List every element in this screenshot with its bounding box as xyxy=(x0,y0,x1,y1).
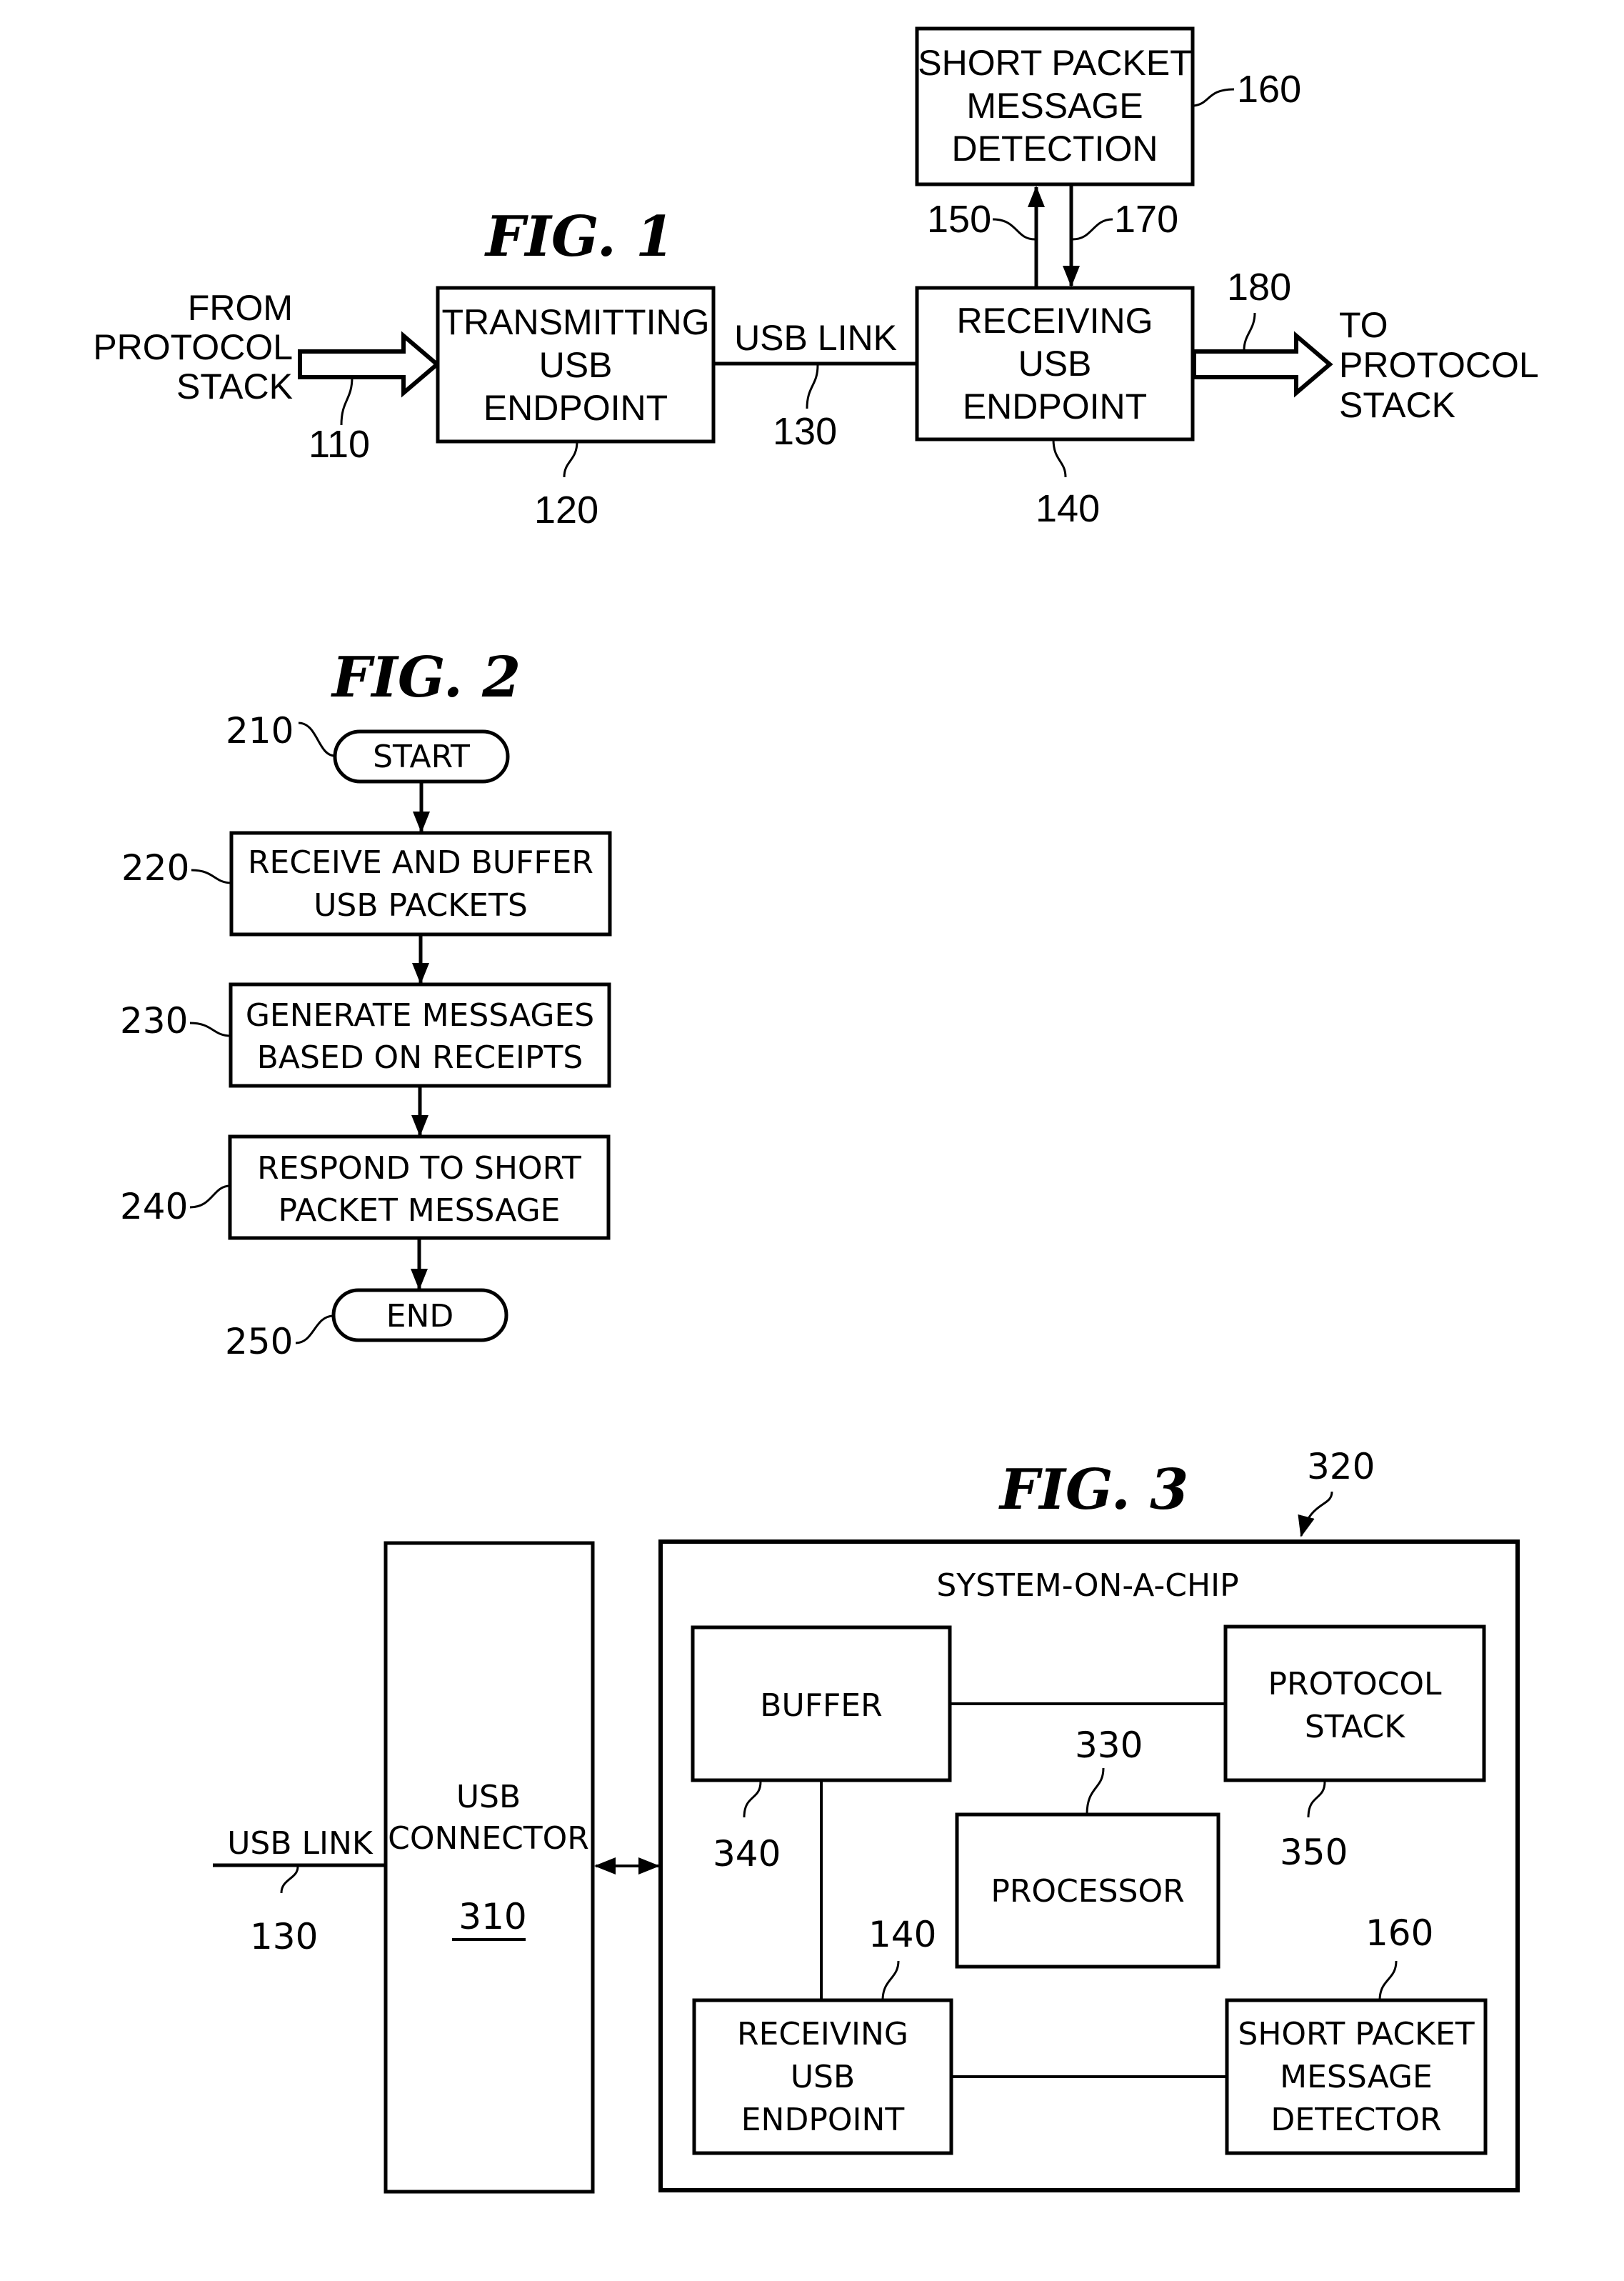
leader-180 xyxy=(1243,312,1256,351)
figure-3: FIG. 3 USB LINK 130 USB CONNECTOR 310 SY… xyxy=(213,1446,1520,2194)
patent-drawing-sheet: FIG. 1 FROM PROTOCOL STACK 110 TRANSMITT… xyxy=(93,26,1539,2194)
figure-1: FIG. 1 FROM PROTOCOL STACK 110 TRANSMITT… xyxy=(93,26,1539,531)
usb-link-label-fig3: USB LINK xyxy=(227,1825,374,1862)
transmitting-line-2: USB xyxy=(539,345,613,385)
ref-310: 310 xyxy=(458,1896,526,1937)
to-label-line-2: PROTOCOL xyxy=(1339,345,1539,385)
end-label: END xyxy=(386,1298,454,1334)
ref-130: 130 xyxy=(773,410,837,453)
leader-160 xyxy=(1193,88,1235,107)
fig2-title: FIG. 2 xyxy=(331,645,521,710)
to-label-line-1: TO xyxy=(1339,305,1388,345)
ref-130-fig3: 130 xyxy=(250,1916,318,1957)
ref-110: 110 xyxy=(309,423,370,466)
detection-line-3: DETECTION xyxy=(952,129,1158,169)
leader-170 xyxy=(1072,218,1113,241)
ref-140-fig3: 140 xyxy=(868,1914,936,1955)
receiving3-line-2: USB xyxy=(791,2059,855,2095)
leader-220 xyxy=(191,869,232,884)
transmitting-line-3: ENDPOINT xyxy=(483,388,668,428)
from-label-line-2: PROTOCOL xyxy=(93,327,293,367)
soc-label: SYSTEM-ON-A-CHIP xyxy=(936,1567,1238,1604)
transmitting-line-1: TRANSMITTING xyxy=(442,302,710,342)
ref-170: 170 xyxy=(1114,198,1178,241)
from-protocol-stack-label: FROM PROTOCOL STACK xyxy=(93,288,293,406)
buffer-label: BUFFER xyxy=(760,1687,882,1724)
protocol-stack-box xyxy=(1223,1624,1486,1782)
step-220-line-1: RECEIVE AND BUFFER xyxy=(248,844,593,881)
leader-230 xyxy=(189,1022,231,1037)
detector-line-3: DETECTOR xyxy=(1270,2102,1441,2138)
ref-210: 210 xyxy=(226,710,294,752)
ref-120: 120 xyxy=(534,489,598,531)
ref-230: 230 xyxy=(120,1000,188,1042)
detection-line-2: MESSAGE xyxy=(966,86,1143,126)
ref-140: 140 xyxy=(1036,487,1100,530)
to-label-line-3: STACK xyxy=(1339,385,1455,425)
detection-line-1: SHORT PACKET xyxy=(918,43,1191,83)
fig1-title: FIG. 1 xyxy=(484,204,674,269)
from-label-line-3: STACK xyxy=(176,366,293,406)
figure-2: FIG. 2 START 210 RECEIVE AND BUFFER USB … xyxy=(120,645,612,1362)
leader-130-fig3 xyxy=(280,1866,299,1894)
leader-150 xyxy=(992,218,1036,241)
usb-link-label: USB LINK xyxy=(734,318,897,358)
step-220-line-2: USB PACKETS xyxy=(314,887,528,924)
ref-160-fig3: 160 xyxy=(1365,1912,1433,1954)
ref-150: 150 xyxy=(927,198,991,241)
receiving-line-1: RECEIVING xyxy=(956,301,1153,341)
start-label: START xyxy=(373,739,470,775)
ref-320: 320 xyxy=(1307,1446,1375,1487)
connector-line-1: USB xyxy=(456,1779,521,1815)
ref-350: 350 xyxy=(1280,1832,1348,1873)
receiving-line-3: ENDPOINT xyxy=(963,386,1147,426)
leader-240 xyxy=(189,1184,231,1209)
receiving3-line-3: ENDPOINT xyxy=(741,2102,905,2138)
processor-label: PROCESSOR xyxy=(991,1873,1184,1910)
protocol-line-2: STACK xyxy=(1305,1709,1405,1745)
output-arrow-180 xyxy=(1192,331,1333,398)
input-arrow-110 xyxy=(298,331,441,398)
ref-240: 240 xyxy=(120,1186,188,1227)
leader-210 xyxy=(298,722,336,757)
ref-160: 160 xyxy=(1237,68,1301,111)
step-230-line-2: BASED ON RECEIPTS xyxy=(257,1039,583,1076)
leader-130 xyxy=(806,364,819,409)
leader-110 xyxy=(340,376,354,426)
detector-line-2: MESSAGE xyxy=(1280,2059,1433,2095)
leader-120 xyxy=(563,441,578,478)
step-230-line-1: GENERATE MESSAGES xyxy=(246,997,594,1034)
ref-340: 340 xyxy=(713,1833,781,1875)
connector-line-2: CONNECTOR xyxy=(388,1820,589,1857)
protocol-line-1: PROTOCOL xyxy=(1268,1666,1442,1702)
ref-250: 250 xyxy=(225,1321,293,1362)
receiving3-line-1: RECEIVING xyxy=(737,2016,908,2052)
ref-180: 180 xyxy=(1227,266,1291,309)
from-label-line-1: FROM xyxy=(188,288,293,328)
leader-250 xyxy=(295,1314,334,1344)
receiving-line-2: USB xyxy=(1018,344,1092,384)
usb-connector-box xyxy=(384,1541,595,2194)
step-240-line-2: PACKET MESSAGE xyxy=(279,1192,561,1229)
leader-320 xyxy=(1298,1491,1333,1537)
fig3-title: FIG. 3 xyxy=(998,1457,1188,1522)
ref-330: 330 xyxy=(1075,1725,1143,1766)
ref-220: 220 xyxy=(121,847,189,889)
leader-140 xyxy=(1052,439,1067,478)
step-240-line-1: RESPOND TO SHORT xyxy=(257,1150,581,1187)
detector-line-1: SHORT PACKET xyxy=(1238,2016,1474,2052)
